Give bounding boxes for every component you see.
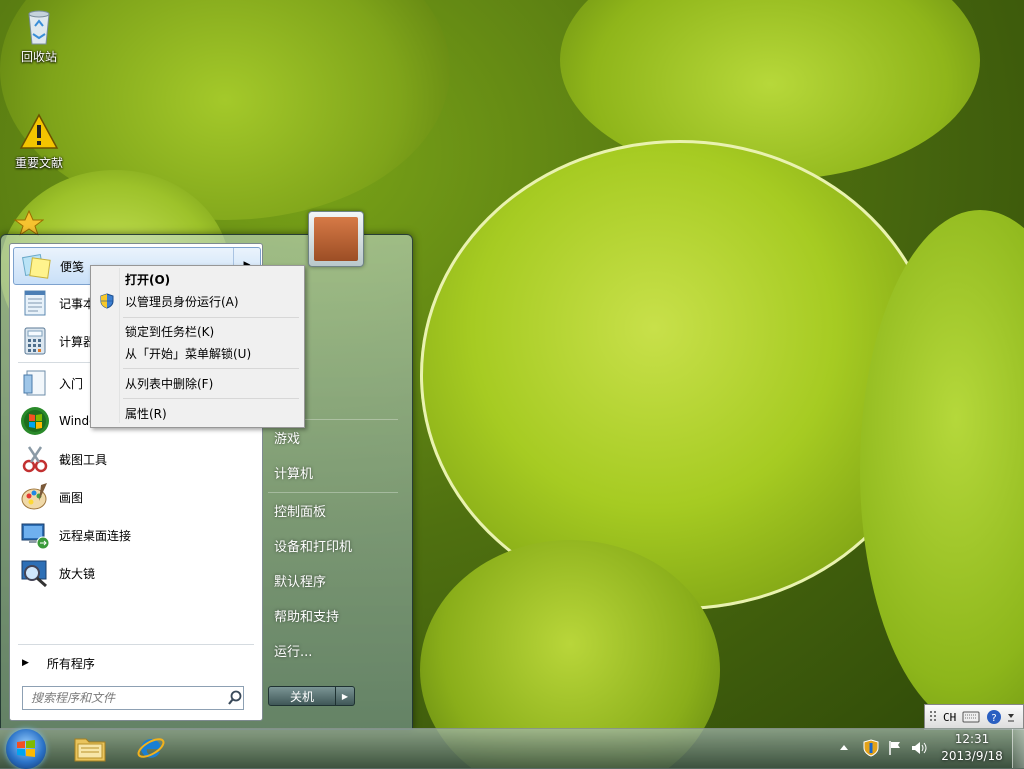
svg-text:?: ? <box>992 713 997 724</box>
ctx-label: 打开(O) <box>125 272 171 287</box>
action-center-flag-icon[interactable] <box>886 739 904 757</box>
security-shield-icon[interactable] <box>862 739 880 757</box>
context-menu: 打开(O) 以管理员身份运行(A) 锁定到任务栏(K) 从「开始」菜单解锁(U)… <box>90 265 305 428</box>
ctx-pin-taskbar[interactable]: 锁定到任务栏(K) <box>93 320 300 342</box>
clock-date: 2013/9/18 <box>941 749 1003 763</box>
program-item-remote-desktop[interactable]: 远程桌面连接 <box>13 517 259 553</box>
desktop-icon-important-docs[interactable]: 重要文献 <box>3 112 75 171</box>
program-item-label: 放大镜 <box>59 566 96 581</box>
search-input[interactable] <box>29 688 223 708</box>
shutdown-control: 关机 ▶ <box>268 686 356 706</box>
desktop-icon-label: 回收站 <box>20 50 57 64</box>
ctx-label: 属性(R) <box>125 406 167 421</box>
getting-started-icon <box>23 370 46 396</box>
recycle-bin-icon <box>28 10 50 45</box>
calculator-icon <box>24 327 46 355</box>
ctx-label: 锁定到任务栏(K) <box>125 324 215 339</box>
program-item-label: 截图工具 <box>59 452 108 467</box>
volume-icon[interactable] <box>910 739 928 757</box>
ctx-label: 从列表中删除(F) <box>125 376 214 391</box>
user-picture[interactable] <box>308 211 364 267</box>
keyboard-icon[interactable] <box>962 711 980 723</box>
program-item-label: 入门 <box>59 376 84 391</box>
program-item-label: 画图 <box>59 490 84 505</box>
search-icon[interactable] <box>227 690 243 706</box>
magnifier-icon <box>21 560 47 588</box>
desktop-icon-recycle-bin[interactable]: 回收站 <box>3 6 75 65</box>
star-icon <box>14 210 44 236</box>
program-item-snipping-tool[interactable]: 截图工具 <box>13 441 259 477</box>
separator <box>123 368 299 369</box>
windows-logo-icon <box>17 740 35 757</box>
briefcase-icon <box>314 217 358 261</box>
help-icon[interactable]: ? <box>986 709 1002 725</box>
notepad-icon <box>24 290 46 316</box>
ctx-unpin-start[interactable]: 从「开始」菜单解锁(U) <box>93 342 300 364</box>
language-indicator[interactable]: CH <box>943 711 956 724</box>
taskbar-clock[interactable]: 12:31 2013/9/18 <box>936 731 1008 767</box>
grip-icon[interactable] <box>929 710 939 724</box>
separator <box>268 492 398 493</box>
taskbar-explorer-button[interactable] <box>66 730 114 766</box>
separator <box>123 398 299 399</box>
paint-icon <box>21 483 47 510</box>
snipping-tool-icon <box>22 446 48 473</box>
all-programs-button[interactable]: ▶ 所有程序 <box>18 650 254 676</box>
minimize-icon[interactable] <box>1006 710 1016 724</box>
program-item-paint[interactable]: 画图 <box>13 479 259 515</box>
all-programs-label: 所有程序 <box>46 656 95 671</box>
taskbar-ie-button[interactable] <box>127 730 175 766</box>
separator <box>18 644 254 645</box>
ctx-open[interactable]: 打开(O) <box>93 268 300 290</box>
triangle-right-icon: ▶ <box>22 658 29 668</box>
start-right-run[interactable]: 运行... <box>264 635 410 665</box>
ctx-properties[interactable]: 属性(R) <box>93 402 300 424</box>
start-search-box[interactable] <box>22 686 244 710</box>
show-desktop-button[interactable] <box>1012 729 1024 768</box>
folder-icon <box>74 738 106 762</box>
wallpaper-leaf <box>420 140 940 610</box>
show-hidden-icons-icon[interactable] <box>838 739 850 757</box>
warning-icon <box>19 113 59 149</box>
start-right-control-panel[interactable]: 控制面板 <box>264 495 410 525</box>
start-right-help-support[interactable]: 帮助和支持 <box>264 600 410 630</box>
ie-icon <box>137 738 165 758</box>
start-right-default-programs[interactable]: 默认程序 <box>264 565 410 595</box>
program-item-magnifier[interactable]: 放大镜 <box>13 555 259 591</box>
program-item-label: 便笺 <box>60 259 85 274</box>
ctx-label: 从「开始」菜单解锁(U) <box>125 346 252 361</box>
ctx-run-as-admin[interactable]: 以管理员身份运行(A) <box>93 290 300 312</box>
start-button[interactable] <box>6 729 46 769</box>
windows-logo-icon <box>21 407 49 435</box>
language-bar: CH ? <box>924 704 1024 730</box>
ctx-remove-from-list[interactable]: 从列表中删除(F) <box>93 372 300 394</box>
start-right-computer[interactable]: 计算机 <box>264 457 410 487</box>
ctx-label: 以管理员身份运行(A) <box>125 294 239 309</box>
remote-desktop-icon <box>21 523 50 550</box>
sticky-notes-icon <box>21 253 51 279</box>
clock-time: 12:31 <box>954 732 990 746</box>
separator <box>123 317 299 318</box>
shutdown-button[interactable]: 关机 <box>268 686 336 706</box>
start-right-devices-printers[interactable]: 设备和打印机 <box>264 530 410 560</box>
program-item-label: 远程桌面连接 <box>59 528 132 543</box>
shutdown-options-button[interactable]: ▶ <box>336 686 355 706</box>
uac-shield-icon <box>100 293 114 309</box>
desktop-icon-label: 重要文献 <box>14 156 63 170</box>
